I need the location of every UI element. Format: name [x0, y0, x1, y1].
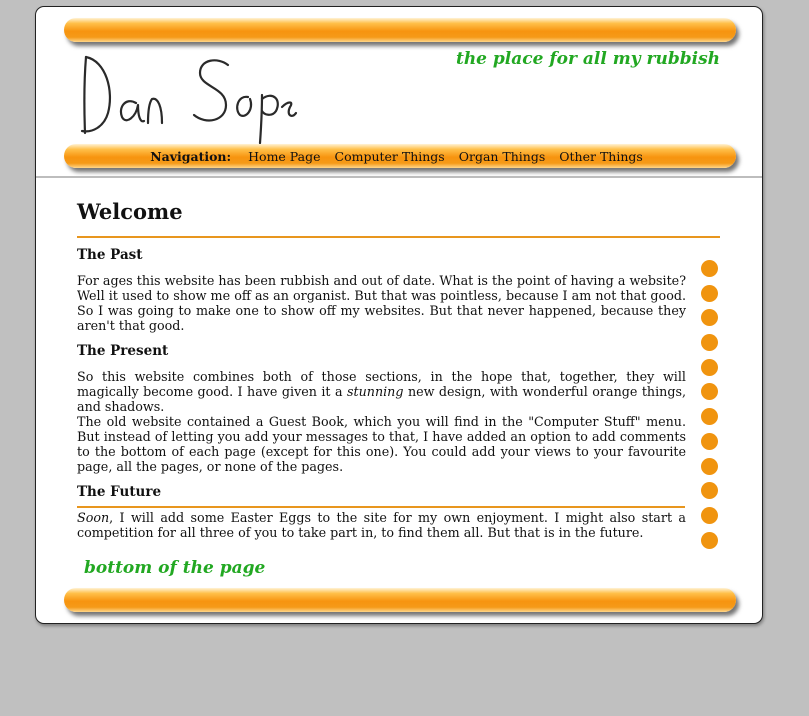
header-divider — [36, 176, 762, 178]
orange-dot — [701, 531, 718, 549]
section-text-past: For ages this website has been rubbish a… — [77, 273, 686, 333]
content-bottom-rule — [77, 506, 685, 508]
orange-dot — [701, 506, 718, 524]
nav-link-other-things[interactable]: Other Things — [559, 149, 643, 164]
orange-dot — [701, 408, 718, 426]
site-tagline: the place for all my rubbish — [455, 49, 720, 69]
nav-link-home-page[interactable]: Home Page — [248, 149, 320, 164]
section-text-future: Soon, I will add some Easter Eggs to the… — [77, 510, 686, 540]
section-heading-past: The Past — [77, 247, 143, 263]
orange-dot-column — [701, 260, 718, 556]
title-rule — [77, 236, 720, 238]
signature-logo — [78, 51, 298, 150]
future-text-rest: , I will add some Easter Eggs to the sit… — [77, 510, 686, 540]
signature-image — [80, 55, 298, 145]
section-heading-future: The Future — [77, 484, 162, 500]
section-heading-present: The Present — [77, 343, 169, 359]
orange-dot — [701, 334, 718, 352]
nav-link-computer-things[interactable]: Computer Things — [335, 149, 445, 164]
section-text-present-2: The old website contained a Guest Book, … — [77, 414, 686, 474]
future-text-emphasis: Soon — [77, 510, 110, 525]
orange-dot — [701, 383, 718, 401]
orange-dot — [701, 260, 718, 277]
nav-link-organ-things[interactable]: Organ Things — [459, 149, 546, 164]
orange-dot — [701, 309, 718, 327]
footer-text: bottom of the page — [84, 558, 266, 578]
orange-dot — [701, 432, 718, 450]
orange-dot — [701, 284, 718, 302]
orange-dot — [701, 358, 718, 376]
footer-orange-bar — [64, 588, 736, 612]
navigation-label: Navigation: — [150, 148, 232, 164]
page-card: the place for all my rubbish Navigation:… — [35, 6, 763, 624]
orange-dot — [701, 457, 718, 475]
page-title: Welcome — [77, 199, 183, 224]
navigation-bar: Navigation: Home Page Computer Things Or… — [64, 144, 736, 168]
orange-dot — [701, 482, 718, 500]
present-text-emphasis: stunning — [347, 384, 404, 399]
header-orange-bar — [64, 18, 736, 42]
section-text-present-1: So this website combines both of those s… — [77, 369, 686, 414]
